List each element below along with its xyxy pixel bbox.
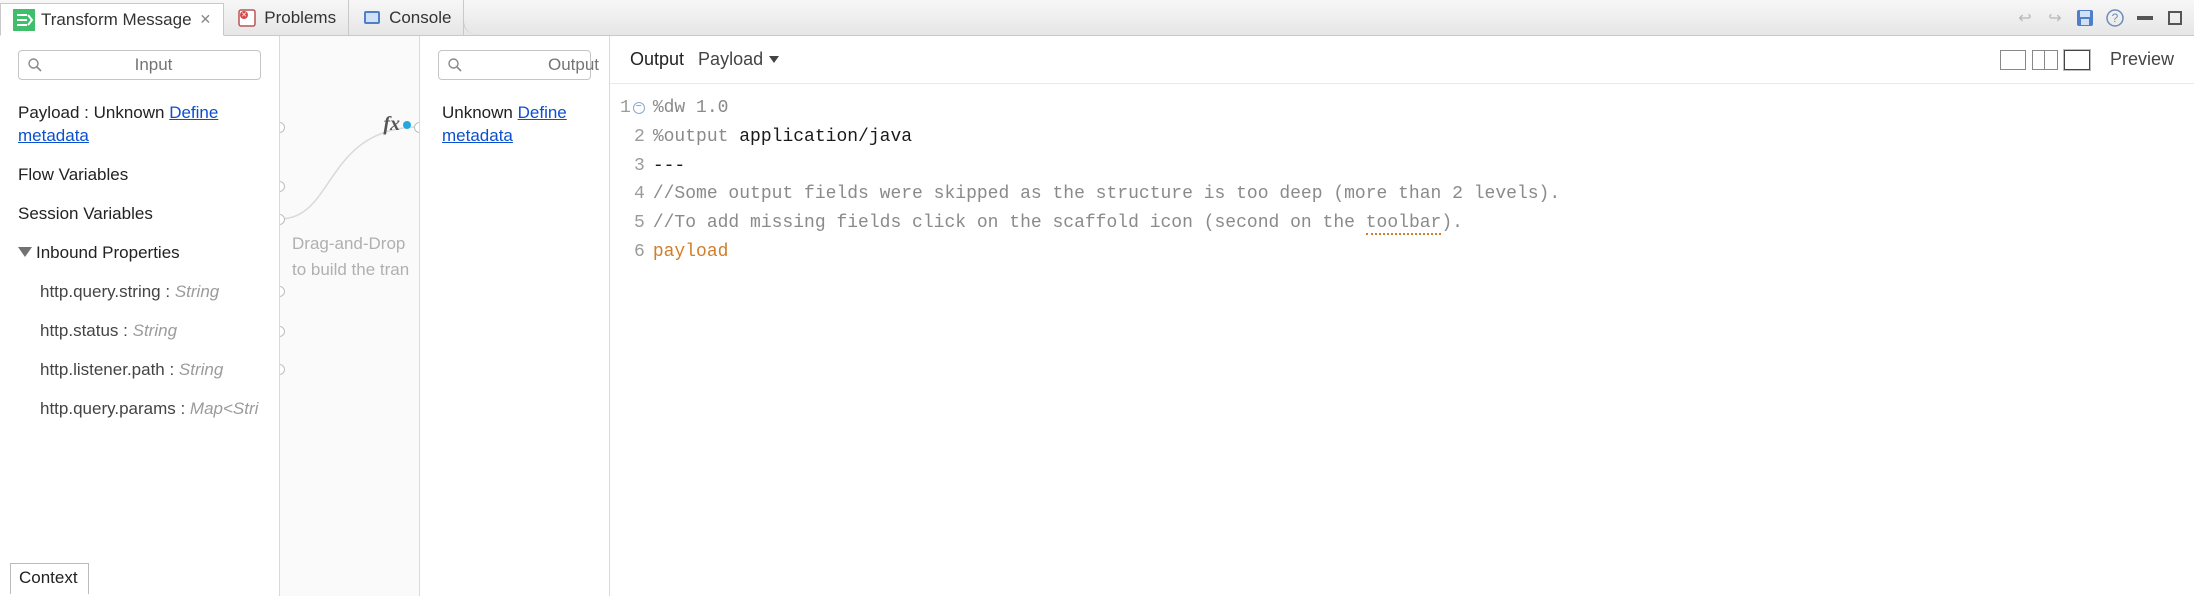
- minimize-icon[interactable]: [2134, 7, 2156, 29]
- back-icon[interactable]: ↩: [2014, 7, 2036, 29]
- code-area[interactable]: 1− 2 3 4 5 6 %dw 1.0 %output application…: [610, 84, 2194, 267]
- search-icon: [27, 57, 43, 73]
- layout-three-icon[interactable]: [2064, 50, 2090, 70]
- svg-text:?: ?: [2112, 11, 2119, 25]
- chevron-down-icon: [769, 56, 779, 63]
- input-search[interactable]: [18, 50, 261, 80]
- fold-icon[interactable]: −: [633, 102, 645, 114]
- output-target-selector[interactable]: Payload: [698, 49, 779, 70]
- mapping-curve: [280, 36, 420, 336]
- tab-transform-message[interactable]: Transform Message ✕: [0, 3, 224, 36]
- inbound-properties-node[interactable]: Inbound Properties: [18, 234, 261, 273]
- layout-split-icon[interactable]: [2032, 50, 2058, 70]
- input-search-field[interactable]: [43, 55, 264, 75]
- tab-label: Transform Message: [41, 10, 192, 30]
- forward-icon[interactable]: ↪: [2044, 7, 2066, 29]
- map-endpoint[interactable]: [280, 364, 285, 375]
- payload-label: Payload : Unknown: [18, 103, 169, 122]
- property-node[interactable]: http.status : String: [18, 312, 261, 351]
- output-search[interactable]: [438, 50, 591, 80]
- flow-variables-node[interactable]: Flow Variables: [18, 156, 261, 195]
- help-icon[interactable]: ?: [2104, 7, 2126, 29]
- map-endpoint[interactable]: [414, 122, 420, 133]
- tab-label: Console: [389, 8, 451, 28]
- layout-single-icon[interactable]: [2000, 50, 2026, 70]
- view-tabbar: Transform Message ✕ ✕ Problems Console ↩…: [0, 0, 2194, 36]
- property-node[interactable]: http.query.params : Map<Stri: [18, 390, 261, 429]
- output-root-label: Unknown: [442, 103, 518, 122]
- search-icon: [447, 57, 463, 73]
- editor-header: Output Payload Preview: [610, 36, 2194, 84]
- line-gutter: 1− 2 3 4 5 6: [620, 94, 653, 267]
- transform-icon: [13, 9, 35, 31]
- disclosure-triangle-icon[interactable]: [18, 247, 32, 257]
- payload-node[interactable]: Payload : Unknown Define metadata: [18, 94, 261, 156]
- dataweave-editor: Output Payload Preview 1− 2 3 4 5 6: [610, 36, 2194, 596]
- code-body[interactable]: %dw 1.0 %output application/java --- //S…: [653, 94, 1560, 267]
- editor-toolbar: ↩ ↪ ?: [2014, 0, 2186, 36]
- inbound-properties-label: Inbound Properties: [36, 243, 180, 262]
- layout-switcher: [2000, 50, 2090, 70]
- save-icon[interactable]: [2074, 7, 2096, 29]
- tab-console[interactable]: Console: [349, 0, 464, 35]
- maximize-icon[interactable]: [2164, 7, 2186, 29]
- output-panel: Unknown Define metadata: [420, 36, 610, 596]
- property-node[interactable]: http.query.string : String: [18, 273, 261, 312]
- tab-label: Problems: [264, 8, 336, 28]
- property-node[interactable]: http.listener.path : String: [18, 351, 261, 390]
- svg-text:✕: ✕: [241, 12, 247, 19]
- context-tab[interactable]: Context: [10, 563, 89, 594]
- fx-icon[interactable]: fx: [383, 113, 411, 136]
- output-label: Output: [630, 49, 684, 70]
- mapping-canvas[interactable]: fx Drag-and-Dropto build the tran: [280, 36, 420, 596]
- session-variables-node[interactable]: Session Variables: [18, 195, 261, 234]
- console-icon: [361, 7, 383, 29]
- output-root-node[interactable]: Unknown Define metadata: [438, 94, 591, 156]
- tab-problems[interactable]: ✕ Problems: [224, 0, 349, 35]
- mapping-hint: Drag-and-Dropto build the tran: [292, 231, 409, 282]
- preview-button[interactable]: Preview: [2110, 49, 2174, 70]
- close-icon[interactable]: ✕: [200, 11, 212, 28]
- problems-icon: ✕: [236, 7, 258, 29]
- input-tree: Payload : Unknown Define metadata Flow V…: [0, 90, 279, 428]
- input-panel: Payload : Unknown Define metadata Flow V…: [0, 36, 280, 596]
